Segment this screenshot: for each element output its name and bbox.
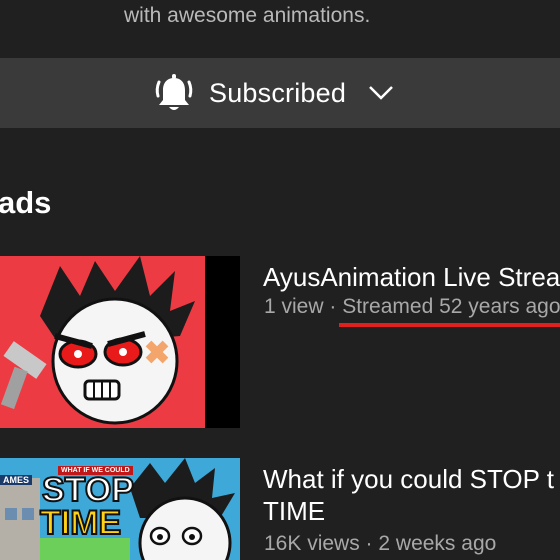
video-title[interactable]: AyusAnimation Live Strea xyxy=(263,261,560,293)
video-age: Streamed 52 years ago xyxy=(342,295,560,318)
thumb-title-time: TIME xyxy=(39,503,122,543)
video-thumbnail[interactable]: AMES WHAT IF WE COULD STOP TIME xyxy=(0,458,240,560)
highlight-underline xyxy=(339,323,560,327)
video-meta: 1 view · Streamed 52 years ago xyxy=(264,295,560,319)
subscribed-label: Subscribed xyxy=(209,77,347,108)
section-title: ads xyxy=(0,185,52,220)
video-meta: 16K views · 2 weeks ago xyxy=(264,532,496,556)
meta-separator: · xyxy=(359,532,379,555)
view-count: 1 view xyxy=(264,295,324,318)
video-title[interactable]: What if you could STOP t TIME xyxy=(263,463,560,527)
thumb-corner-text: AMES xyxy=(0,475,33,485)
thumbnail-art xyxy=(0,256,240,428)
subscribed-button[interactable]: Subscribed xyxy=(154,70,394,116)
subscribe-bar: Subscribed xyxy=(0,58,560,128)
video-age: 2 weeks ago xyxy=(378,532,497,555)
meta-separator: · xyxy=(323,295,343,318)
channel-description: with awesome animations. xyxy=(124,4,371,27)
bell-icon[interactable] xyxy=(154,72,194,114)
video-item[interactable]: AyusAnimation Live Strea 1 view · Stream… xyxy=(0,256,560,430)
chevron-down-icon[interactable] xyxy=(368,85,394,101)
video-item[interactable]: AMES WHAT IF WE COULD STOP TIME What if … xyxy=(0,458,560,560)
video-thumbnail[interactable] xyxy=(0,256,240,428)
view-count: 16K views xyxy=(264,532,360,555)
